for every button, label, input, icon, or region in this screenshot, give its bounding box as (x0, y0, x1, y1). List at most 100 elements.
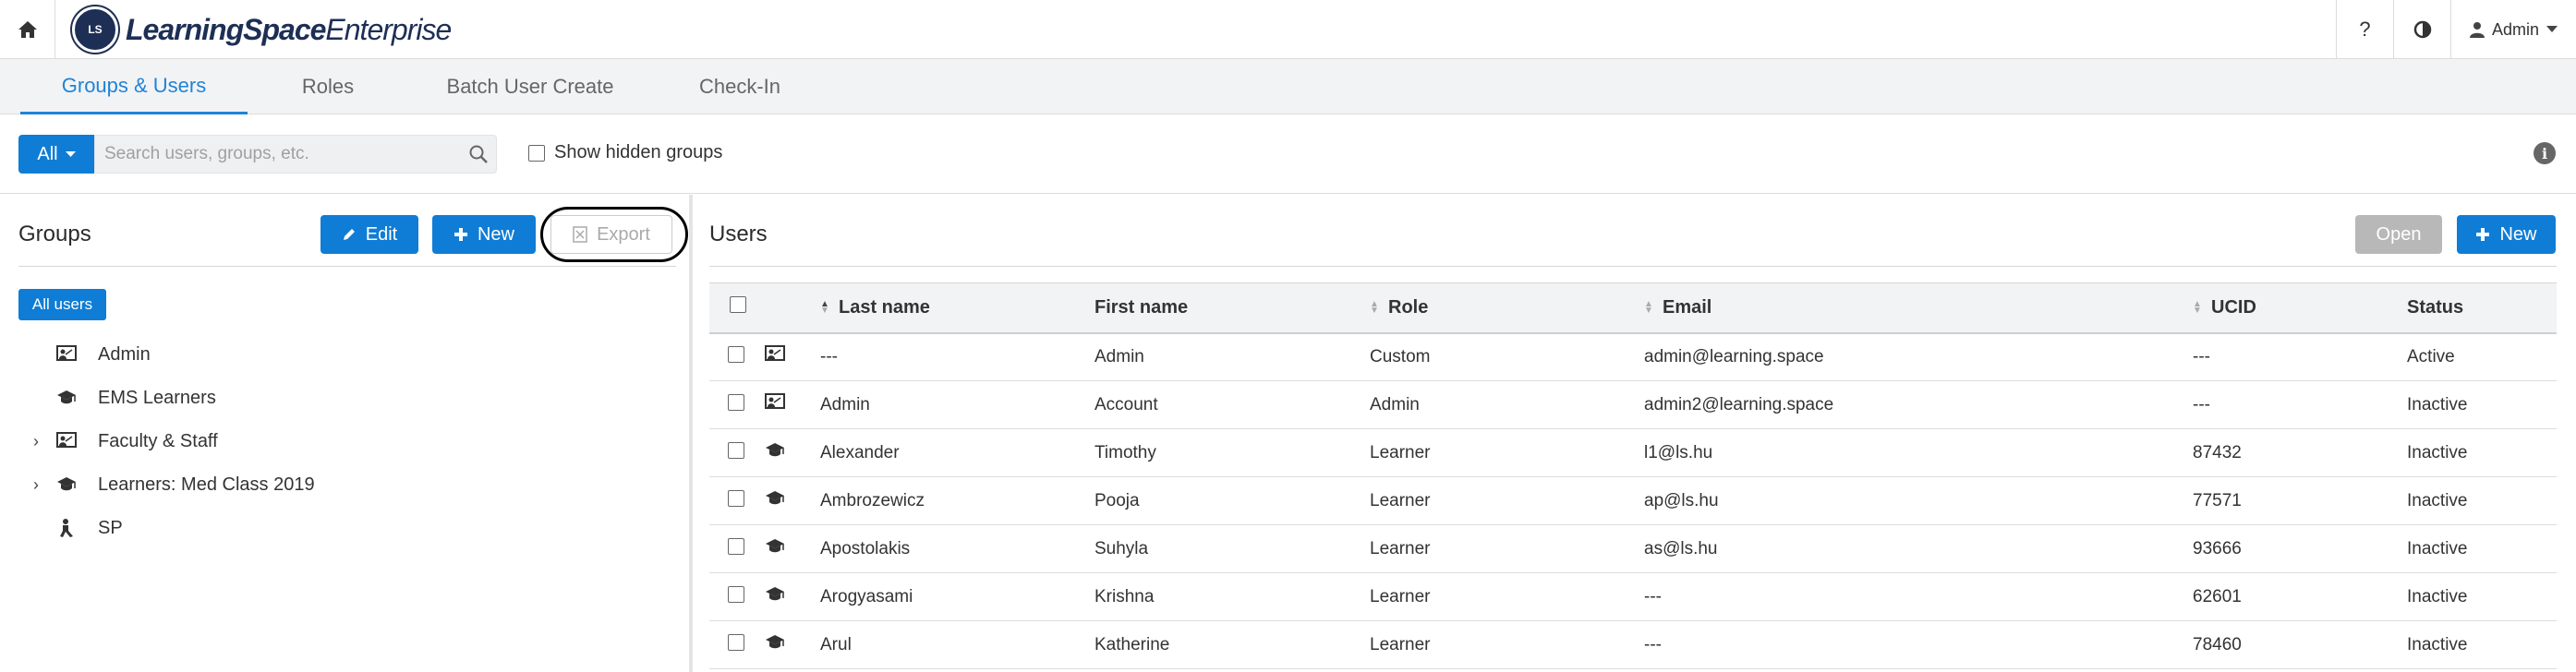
groups-title: Groups (18, 222, 91, 246)
chevron-right-icon[interactable]: › (26, 432, 46, 451)
users-divider (709, 266, 2557, 267)
tab-roles[interactable]: Roles (273, 59, 382, 114)
sort-icon: ▲ ▼ (1370, 299, 1379, 317)
group-label: Faculty & Staff (98, 430, 218, 451)
standardized-patient-icon (60, 519, 73, 537)
logo-badge: LS (72, 6, 118, 53)
new-group-label: New (477, 223, 514, 245)
tab-groups-users[interactable]: Groups & Users (20, 59, 248, 114)
cell-email: l1@ls.hu (1644, 442, 1713, 462)
show-hidden-checkbox[interactable] (528, 144, 545, 162)
app-logo[interactable]: LS LearningSpaceEnterprise (72, 6, 452, 54)
graduation-cap-icon (766, 586, 784, 600)
row-checkbox[interactable] (728, 537, 744, 555)
table-row[interactable]: --- Admin Custom admin@learning.space --- Act… (709, 333, 2557, 381)
cell-ucid: 93666 (2193, 538, 2242, 558)
cell-ucid: 87432 (2193, 442, 2242, 462)
edit-group-button[interactable]: Edit (320, 215, 418, 254)
tab-batch-user-create[interactable]: Batch User Create (427, 59, 634, 114)
row-checkbox[interactable] (728, 441, 744, 459)
export-button[interactable]: Export (550, 215, 672, 254)
cell-status: Inactive (2407, 538, 2468, 558)
cell-status: Inactive (2407, 394, 2468, 414)
table-row[interactable]: Admin Account Admin admin2@learning.space --… (709, 381, 2557, 429)
table-row[interactable]: Apostolakis Suhyla Learner as@ls.hu 93666 Ina… (709, 525, 2557, 573)
cell-role: Custom (1370, 346, 1431, 366)
cell-last-name: Arogyasami (820, 586, 913, 606)
cell-first-name: Suhyla (1094, 538, 1149, 558)
info-icon[interactable]: i (2534, 142, 2556, 164)
all-users-button[interactable]: All users (18, 289, 106, 320)
user-menu-button[interactable]: Admin (2450, 0, 2576, 59)
plus-icon (454, 228, 467, 241)
instructor-icon (765, 344, 785, 361)
cell-email: admin@learning.space (1644, 346, 1824, 366)
group-label: SP (98, 517, 123, 538)
file-excel-icon (573, 226, 587, 243)
cell-role: Learner (1370, 538, 1431, 558)
home-button[interactable] (0, 0, 55, 59)
cell-ucid: --- (2193, 394, 2210, 414)
instructor-icon (56, 432, 77, 448)
cell-first-name: Pooja (1094, 490, 1140, 510)
plus-icon (2476, 228, 2490, 241)
group-item-learners-med-class-2019[interactable]: › Learners: Med Class 2019 (26, 468, 315, 501)
table-row[interactable]: Ambrozewicz Pooja Learner ap@ls.hu 77571 Inac… (709, 477, 2557, 525)
table-header-row: ▲ ▼ Last name First name ▲ ▼ Role ▲ ▼ Email ▲ ▼… (709, 282, 2557, 334)
search-input[interactable] (95, 136, 446, 173)
column-header-email[interactable]: ▲ ▼ Email (1644, 282, 2193, 334)
show-hidden-groups-toggle[interactable]: Show hidden groups (528, 142, 722, 163)
graduation-cap-icon (766, 442, 784, 456)
cell-last-name: Admin (820, 394, 870, 414)
group-item-sp[interactable]: SP (26, 511, 123, 545)
table-row[interactable]: Arogyasami Krishna Learner --- 62601 Inactive (709, 573, 2557, 621)
cell-last-name: Ambrozewicz (820, 490, 925, 510)
sort-icon: ▲ ▼ (820, 299, 829, 317)
export-label: Export (597, 223, 650, 245)
open-user-button[interactable]: Open (2355, 215, 2442, 254)
column-header-status[interactable]: Status (2407, 282, 2557, 334)
cell-ucid: 62601 (2193, 586, 2242, 606)
table-row[interactable]: Alexander Timothy Learner l1@ls.hu 87432 Inac… (709, 429, 2557, 477)
pencil-icon (343, 229, 355, 240)
cell-last-name: Apostolakis (820, 538, 911, 558)
cell-ucid: --- (2193, 346, 2210, 366)
cell-ucid: 77571 (2193, 490, 2242, 510)
group-item-ems-learners[interactable]: EMS Learners (26, 381, 216, 414)
group-item-admin[interactable]: Admin (26, 338, 151, 371)
sort-icon: ▲ ▼ (1644, 299, 1653, 317)
column-header-first-name[interactable]: First name (1094, 282, 1370, 334)
tab-check-in[interactable]: Check-In (678, 59, 802, 114)
row-checkbox[interactable] (728, 489, 744, 507)
column-header-last-name[interactable]: ▲ ▼ Last name (820, 282, 1094, 334)
column-header-role[interactable]: ▲ ▼ Role (1370, 282, 1644, 334)
table-row[interactable]: Arul Katherine Learner --- 78460 Inactive (709, 621, 2557, 669)
search-icon[interactable] (468, 144, 489, 164)
cell-first-name: Katherine (1094, 634, 1170, 654)
graduation-cap-icon (766, 634, 784, 648)
cell-first-name: Krishna (1094, 586, 1155, 606)
scope-label: All (37, 143, 58, 164)
chevron-right-icon[interactable]: › (26, 475, 46, 495)
top-bar: LS LearningSpaceEnterprise ? Admin (0, 0, 2576, 59)
cell-last-name: Arul (820, 634, 852, 654)
row-checkbox[interactable] (728, 393, 744, 411)
row-checkbox[interactable] (728, 345, 744, 363)
show-hidden-label: Show hidden groups (554, 142, 723, 162)
new-group-button[interactable]: New (432, 215, 536, 254)
new-user-button[interactable]: New (2457, 215, 2556, 254)
help-button[interactable]: ? (2336, 0, 2393, 59)
group-item-faculty-staff[interactable]: › Faculty & Staff (26, 425, 218, 458)
cell-first-name: Account (1094, 394, 1158, 414)
contrast-toggle-button[interactable] (2393, 0, 2450, 59)
select-all-checkbox[interactable] (730, 296, 746, 314)
cell-first-name: Timothy (1094, 442, 1156, 462)
row-checkbox[interactable] (728, 633, 744, 651)
cell-status: Inactive (2407, 490, 2468, 510)
sort-icon: ▲ ▼ (2193, 299, 2202, 317)
scope-dropdown[interactable]: All (18, 135, 94, 174)
row-checkbox[interactable] (728, 585, 744, 603)
cell-status: Inactive (2407, 442, 2468, 462)
column-header-ucid[interactable]: ▲ ▼ UCID (2193, 282, 2407, 334)
user-menu-label: Admin (2491, 19, 2540, 39)
